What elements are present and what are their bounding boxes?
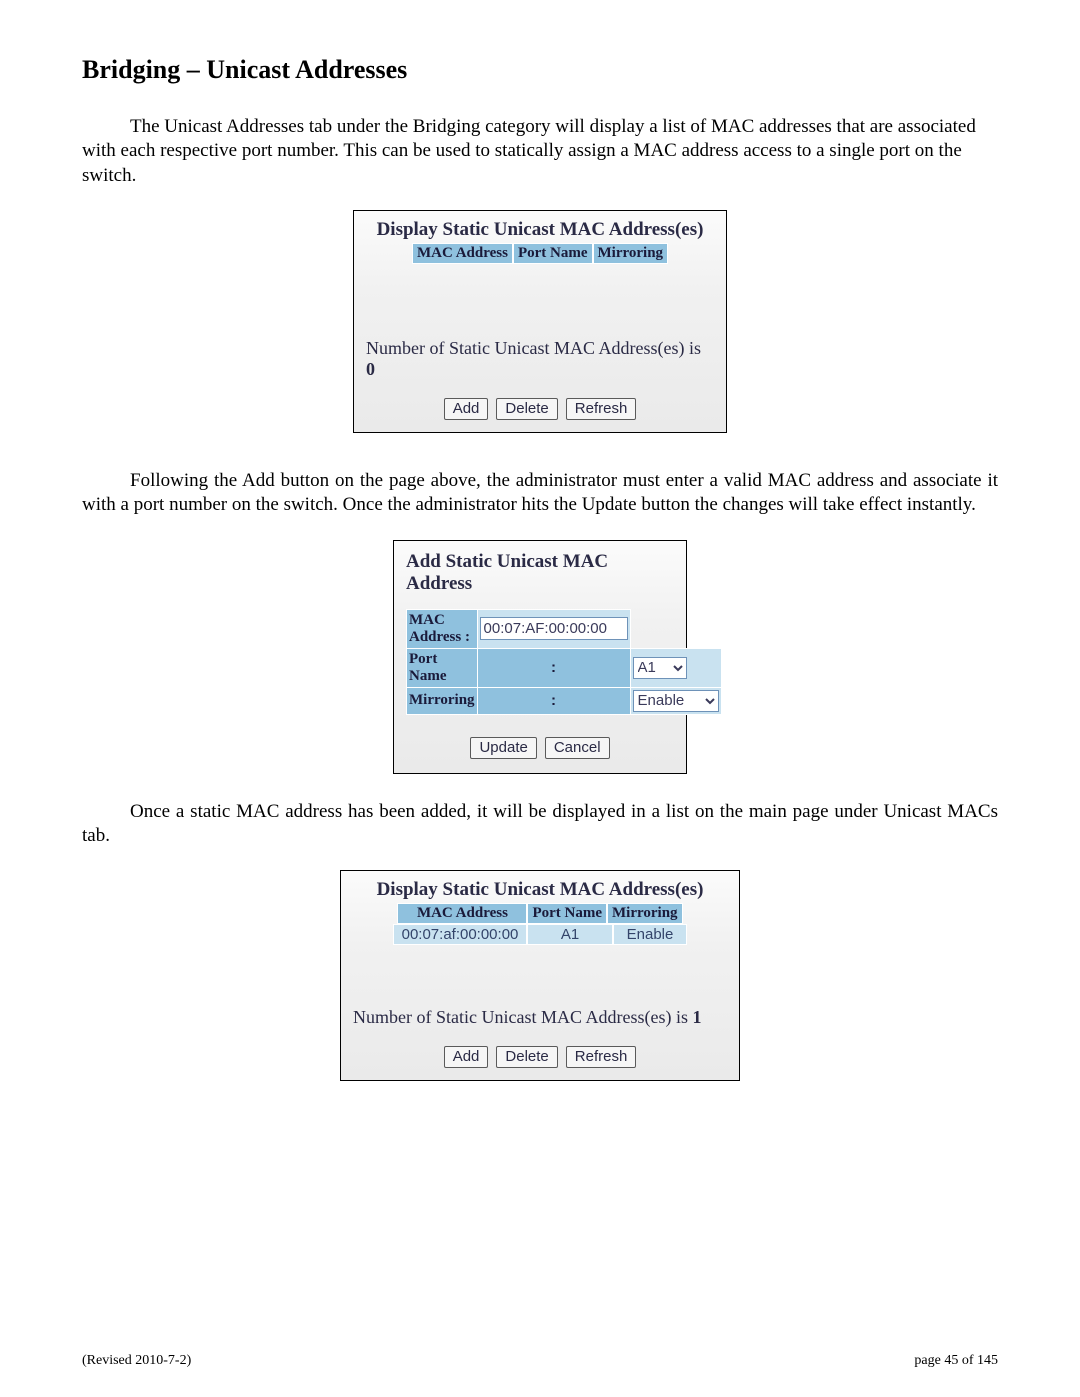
panel3-cell-mac: 00:07:af:00:00:00 [393, 924, 527, 945]
panel1-col-mirr: Mirroring [593, 243, 669, 264]
panel3-col-mac: MAC Address [397, 903, 527, 924]
delete-button-2[interactable]: Delete [496, 1046, 557, 1068]
update-button[interactable]: Update [470, 737, 536, 759]
label-mac: MAC Address : [407, 609, 478, 648]
footer-left: (Revised 2010-7-2) [82, 1353, 191, 1369]
panel1-count-value: 0 [366, 359, 375, 379]
paragraph-3: Once a static MAC address has been added… [82, 800, 998, 849]
footer-right: page 45 of 145 [914, 1353, 998, 1369]
panel1-count-line: Number of Static Unicast MAC Address(es)… [366, 338, 714, 380]
paragraph-2: Following the Add button on the page abo… [82, 469, 998, 518]
panel1-col-port: Port Name [513, 243, 593, 264]
panel2-form-table: MAC Address : Port Name : A1 Mirrorin [406, 609, 722, 715]
section-title: Bridging – Unicast Addresses [82, 55, 998, 85]
page-footer: (Revised 2010-7-2) page 45 of 145 [82, 1353, 998, 1369]
paragraph-1: The Unicast Addresses tab under the Brid… [82, 115, 998, 188]
refresh-button-2[interactable]: Refresh [566, 1046, 637, 1068]
paragraph-2-text: Following the Add button on the page abo… [82, 470, 998, 515]
port-select[interactable]: A1 [633, 657, 687, 679]
panel1-header-row: MAC Address Port Name Mirroring [364, 243, 716, 264]
panel3-cell-mirr: Enable [613, 924, 687, 945]
panel3-col-port: Port Name [527, 903, 607, 924]
refresh-button[interactable]: Refresh [566, 398, 637, 420]
panel3-count-value: 1 [692, 1007, 701, 1027]
add-button-2[interactable]: Add [444, 1046, 489, 1068]
colon-port: : [477, 648, 630, 687]
cancel-button[interactable]: Cancel [545, 737, 610, 759]
panel2-title: Add Static Unicast MAC Address [406, 551, 674, 595]
label-mac-text: MAC Address [409, 612, 461, 645]
colon-mirr: : [477, 687, 630, 714]
panel3-data-row: 00:07:af:00:00:00 A1 Enable [351, 924, 729, 945]
panel-display-empty: Display Static Unicast MAC Address(es) M… [353, 210, 727, 433]
add-button[interactable]: Add [444, 398, 489, 420]
panel3-cell-port: A1 [527, 924, 613, 945]
panel3-count-line: Number of Static Unicast MAC Address(es)… [353, 1007, 727, 1028]
panel3-title: Display Static Unicast MAC Address(es) [351, 879, 729, 901]
delete-button[interactable]: Delete [496, 398, 557, 420]
panel3-col-mirr: Mirroring [607, 903, 683, 924]
paragraph-3-text: Once a static MAC address has been added… [82, 801, 998, 846]
mirroring-select[interactable]: Enable [633, 690, 719, 712]
mac-input[interactable] [480, 617, 628, 640]
panel-display-populated: Display Static Unicast MAC Address(es) M… [340, 870, 740, 1081]
panel3-header-row: MAC Address Port Name Mirroring [351, 903, 729, 924]
panel3-count-prefix: Number of Static Unicast MAC Address(es)… [353, 1007, 692, 1027]
label-mirr: Mirroring [407, 687, 478, 714]
panel1-col-mac: MAC Address [412, 243, 513, 264]
label-port: Port Name [407, 648, 478, 687]
panel1-count-prefix: Number of Static Unicast MAC Address(es)… [366, 338, 701, 358]
paragraph-1-text: The Unicast Addresses tab under the Brid… [82, 116, 976, 186]
panel1-title: Display Static Unicast MAC Address(es) [364, 219, 716, 241]
panel-add-form: Add Static Unicast MAC Address MAC Addre… [393, 540, 687, 774]
